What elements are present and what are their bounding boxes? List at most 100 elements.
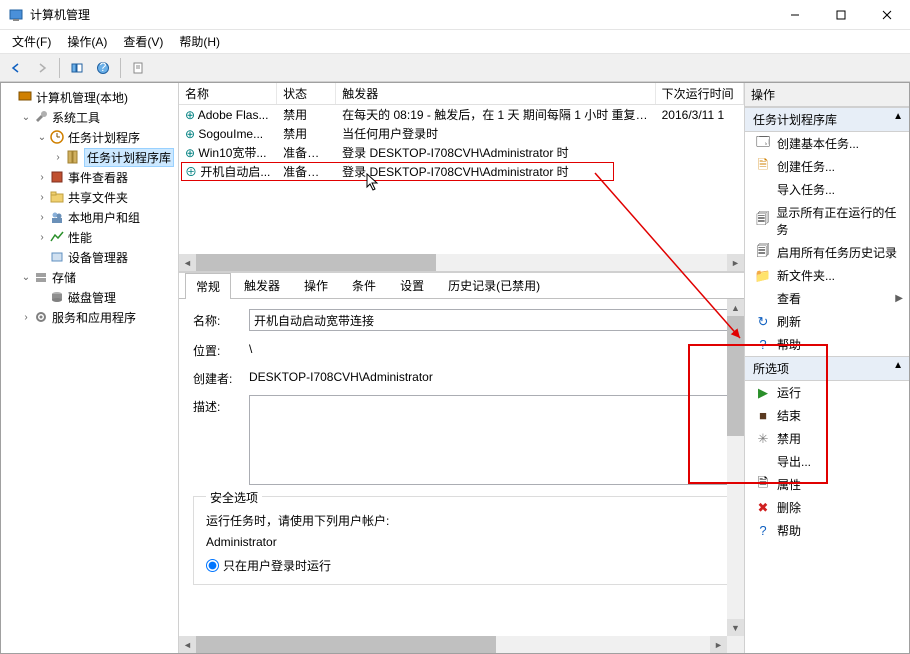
task-detail: 常规 触发器 操作 条件 设置 历史记录(已禁用) 名称: 位置: \ 创建者: xyxy=(179,273,744,653)
action-import[interactable]: 导入任务... xyxy=(745,178,909,201)
task-icon: ⊕ xyxy=(185,108,195,122)
menu-view[interactable]: 查看(V) xyxy=(115,31,171,52)
tab-triggers[interactable]: 触发器 xyxy=(233,273,291,298)
task-row[interactable]: ⊕ Win10宽带... 准备就绪 登录 DESKTOP-I708CVH\Adm… xyxy=(179,143,744,162)
app-icon xyxy=(8,7,24,23)
computer-icon xyxy=(17,89,33,105)
action-view[interactable]: 查看▶ xyxy=(745,287,909,310)
action-export[interactable]: 导出... xyxy=(745,450,909,473)
tree-eventviewer[interactable]: › 事件查看器 xyxy=(1,167,178,187)
action-create-task[interactable]: 🗎创建任务... xyxy=(745,155,909,178)
col-name[interactable]: 名称 xyxy=(179,83,277,104)
collapse-icon[interactable]: ▲ xyxy=(893,360,903,371)
help-icon: ? xyxy=(755,523,771,539)
collapse-icon[interactable]: ▲ xyxy=(893,111,903,122)
action-properties[interactable]: 🗎属性 xyxy=(745,473,909,496)
scroll-thumb[interactable] xyxy=(727,316,744,436)
menu-action[interactable]: 操作(A) xyxy=(59,31,115,52)
task-icon: ⊕ xyxy=(185,127,195,141)
nav-tree[interactable]: 计算机管理(本地) ⌄ 系统工具 ⌄ 任务计划程序 › 任务计划程序库 › 事件… xyxy=(1,83,179,653)
task-icon: ⊕ xyxy=(185,146,195,160)
task-icon: 🗎 xyxy=(755,159,771,175)
menu-help[interactable]: 帮助(H) xyxy=(171,31,228,52)
maximize-button[interactable] xyxy=(818,0,864,30)
scroll-left-button[interactable]: ◄ xyxy=(179,636,196,653)
col-status[interactable]: 状态 xyxy=(277,83,336,104)
minimize-button[interactable] xyxy=(772,0,818,30)
action-disable[interactable]: ✳禁用 xyxy=(745,427,909,450)
actions-header: 操作 xyxy=(745,83,909,107)
name-input[interactable] xyxy=(249,309,730,331)
desc-input[interactable] xyxy=(249,395,730,485)
window-title: 计算机管理 xyxy=(30,6,772,23)
tree-devmgr[interactable]: 设备管理器 xyxy=(1,247,178,267)
security-account: Administrator xyxy=(206,535,717,549)
action-run[interactable]: ▶运行 xyxy=(745,381,909,404)
action-create-basic[interactable]: 🗔创建基本任务... xyxy=(745,132,909,155)
task-row[interactable]: ⊕ Adobe Flas... 禁用 在每天的 08:19 - 触发后，在 1 … xyxy=(179,105,744,124)
col-next[interactable]: 下次运行时间 xyxy=(656,83,744,104)
view-icon xyxy=(755,291,771,307)
radio-loggedon-input[interactable] xyxy=(206,559,219,572)
tree-diskmgmt[interactable]: 磁盘管理 xyxy=(1,287,178,307)
help-button[interactable]: ? xyxy=(91,57,115,79)
close-button[interactable] xyxy=(864,0,910,30)
detail-hscrollbar[interactable]: ◄ ► xyxy=(179,636,727,653)
task-list-header[interactable]: 名称 状态 触发器 下次运行时间 xyxy=(179,83,744,105)
forward-button[interactable] xyxy=(30,57,54,79)
tree-storage[interactable]: ⌄ 存储 xyxy=(1,267,178,287)
services-icon xyxy=(33,309,49,325)
main: 计算机管理(本地) ⌄ 系统工具 ⌄ 任务计划程序 › 任务计划程序库 › 事件… xyxy=(0,82,910,654)
tab-settings[interactable]: 设置 xyxy=(389,273,435,298)
tab-actions[interactable]: 操作 xyxy=(293,273,339,298)
action-help[interactable]: ?帮助 xyxy=(745,519,909,542)
action-enable-history[interactable]: 🗐启用所有任务历史记录 xyxy=(745,241,909,264)
task-row[interactable]: ⊕ SogouIme... 禁用 当任何用户登录时 xyxy=(179,124,744,143)
scroll-down-button[interactable]: ▼ xyxy=(727,619,744,636)
task-row-selected[interactable]: ⊕ 开机自动启... 准备就绪 登录 DESKTOP-I708CVH\Admin… xyxy=(179,162,744,181)
scroll-right-button[interactable]: ► xyxy=(727,254,744,271)
tree-sharedfolders[interactable]: › 共享文件夹 xyxy=(1,187,178,207)
actions-section-selected[interactable]: 所选项 ▲ xyxy=(745,356,909,381)
svg-text:?: ? xyxy=(100,61,107,74)
action-delete[interactable]: ✖删除 xyxy=(745,496,909,519)
folder-icon xyxy=(49,189,65,205)
tree-performance[interactable]: › 性能 xyxy=(1,227,178,247)
tree-services[interactable]: › 服务和应用程序 xyxy=(1,307,178,327)
tree-localusers[interactable]: › 本地用户和组 xyxy=(1,207,178,227)
action-refresh[interactable]: ↻刷新 xyxy=(745,310,909,333)
back-button[interactable] xyxy=(4,57,28,79)
action-new-folder[interactable]: 📁新文件夹... xyxy=(745,264,909,287)
scroll-right-button[interactable]: ► xyxy=(710,636,727,653)
stop-icon: ■ xyxy=(755,408,771,424)
col-trigger[interactable]: 触发器 xyxy=(336,83,655,104)
tree-library[interactable]: › 任务计划程序库 xyxy=(1,147,178,167)
tree-scheduler[interactable]: ⌄ 任务计划程序 xyxy=(1,127,178,147)
storage-icon xyxy=(33,269,49,285)
scroll-left-button[interactable]: ◄ xyxy=(179,254,196,271)
scroll-thumb[interactable] xyxy=(196,636,496,653)
action-help[interactable]: ?帮助 xyxy=(745,333,909,356)
action-show-running[interactable]: 🗐显示所有正在运行的任务 xyxy=(745,201,909,241)
tree-root[interactable]: 计算机管理(本地) xyxy=(1,87,178,107)
general-form: 名称: 位置: \ 创建者: DESKTOP-I708CVH\Administr… xyxy=(179,299,744,636)
export-icon xyxy=(755,454,771,470)
scroll-up-button[interactable]: ▲ xyxy=(727,299,744,316)
tab-history[interactable]: 历史记录(已禁用) xyxy=(437,273,551,298)
tab-conditions[interactable]: 条件 xyxy=(341,273,387,298)
list-hscrollbar[interactable]: ◄ ► xyxy=(179,254,744,271)
detail-vscrollbar[interactable]: ▲ ▼ xyxy=(727,299,744,636)
actions-section-library[interactable]: 任务计划程序库 ▲ xyxy=(745,107,909,132)
action-end[interactable]: ■结束 xyxy=(745,404,909,427)
show-hide-button[interactable] xyxy=(65,57,89,79)
desc-label: 描述: xyxy=(193,395,249,415)
scroll-thumb[interactable] xyxy=(196,254,436,271)
properties-button[interactable] xyxy=(126,57,150,79)
tree-systools[interactable]: ⌄ 系统工具 xyxy=(1,107,178,127)
menu-file[interactable]: 文件(F) xyxy=(4,31,59,52)
actions-panel: 操作 任务计划程序库 ▲ 🗔创建基本任务... 🗎创建任务... 导入任务...… xyxy=(745,83,909,653)
tab-general[interactable]: 常规 xyxy=(185,273,231,299)
task-list-body[interactable]: ⊕ Adobe Flas... 禁用 在每天的 08:19 - 触发后，在 1 … xyxy=(179,105,744,254)
radio-loggedon[interactable]: 只在用户登录时运行 xyxy=(206,557,717,574)
submenu-arrow-icon: ▶ xyxy=(895,293,903,304)
